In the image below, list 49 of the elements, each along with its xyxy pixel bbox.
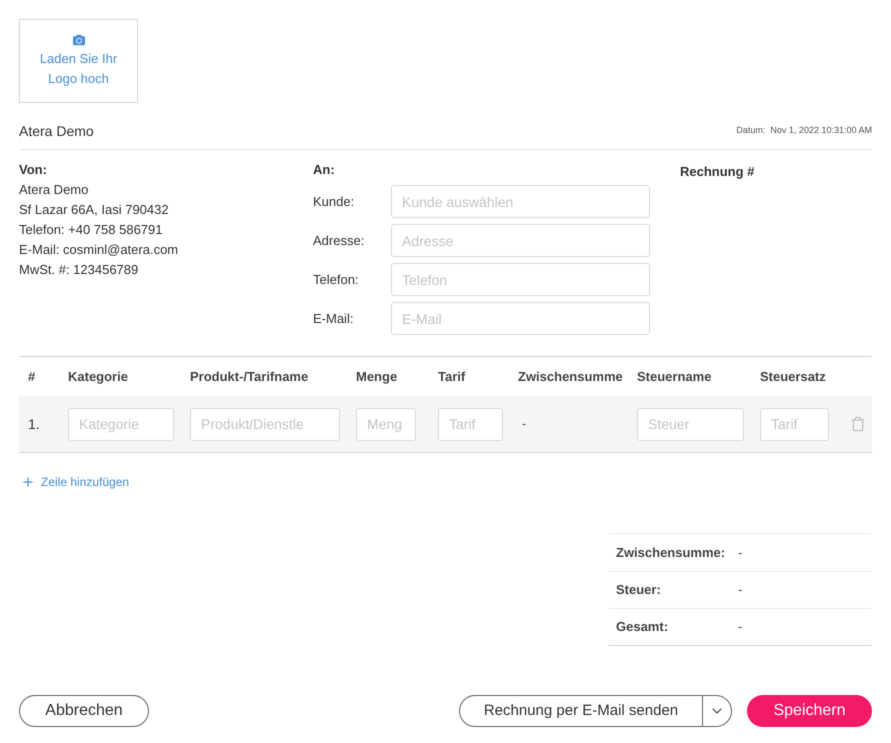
field-label: E-Mail: (313, 310, 354, 328)
field-label: Telefon: (313, 270, 360, 289)
input-field[interactable]: Adresse (391, 224, 650, 257)
field-label: Adresse: (313, 232, 366, 250)
total-value: - (738, 581, 744, 600)
total-label: Gesamt: (615, 618, 670, 636)
dropdown-button[interactable] (703, 695, 732, 727)
cancel-button[interactable]: Abbrechen (19, 695, 149, 727)
table-input-field[interactable]: Kategorie (68, 408, 174, 440)
column-header: Produkt-/Tarifname (190, 368, 308, 384)
input-field[interactable]: Kunde auswählen (391, 185, 650, 218)
sender-detail: E-Mail: cosminl@atera.com (19, 241, 180, 259)
sender-detail: Sf Lazar 66A, Iasi 790432 (19, 201, 170, 219)
table-input-field[interactable]: Tarif (760, 408, 829, 440)
total-label: Steuer: (615, 581, 662, 600)
total-label: Zwischensumme: (615, 544, 726, 562)
input-field[interactable]: Telefon (391, 263, 650, 296)
column-header: Steuersatz (760, 368, 826, 384)
sender-detail: Atera Demo (19, 181, 90, 199)
invoice-number-label: Rechnung # (680, 164, 754, 179)
input-field[interactable]: E-Mail (391, 302, 650, 335)
save-button[interactable]: Speichern (747, 695, 872, 727)
date-value: Nov 1, 2022 10:31:00 AM (770, 124, 872, 138)
field-label: Kunde: (313, 192, 356, 211)
from-heading: Von: (19, 161, 48, 179)
total-value: - (738, 544, 744, 562)
camera-icon (72, 34, 84, 46)
table-input-field[interactable]: Produkt/Dienstle (190, 408, 340, 440)
table-input-field[interactable]: Steuer (637, 408, 744, 440)
to-heading: An: (313, 161, 336, 179)
date-label: Datum: (736, 124, 766, 138)
column-header: Menge (356, 368, 398, 384)
column-header: Tarif (438, 368, 466, 384)
add-row-button[interactable]: Zeile hinzufügen (19, 472, 130, 492)
column-header: Steuername (637, 368, 712, 384)
plus-icon (21, 475, 35, 489)
column-header: Zwischensumme (518, 368, 623, 384)
column-header: # (28, 368, 36, 384)
column-header: Kategorie (68, 368, 128, 384)
row-number: 1. (28, 414, 40, 434)
total-value: - (738, 618, 744, 636)
logo-upload-button[interactable]: Laden Sie Ihr Logo hoch (19, 19, 138, 103)
table-input-field[interactable]: Tarif (438, 408, 503, 440)
send-email-button[interactable]: Rechnung per E-Mail senden (459, 695, 703, 727)
sender-detail: MwSt. #: 123456789 (19, 261, 140, 279)
subtotal-value: - (522, 415, 526, 434)
sender-detail: Telefon: +40 758 586791 (19, 221, 164, 239)
company-name: Atera Demo (19, 122, 94, 141)
table-input-field[interactable]: Meng (356, 408, 416, 440)
